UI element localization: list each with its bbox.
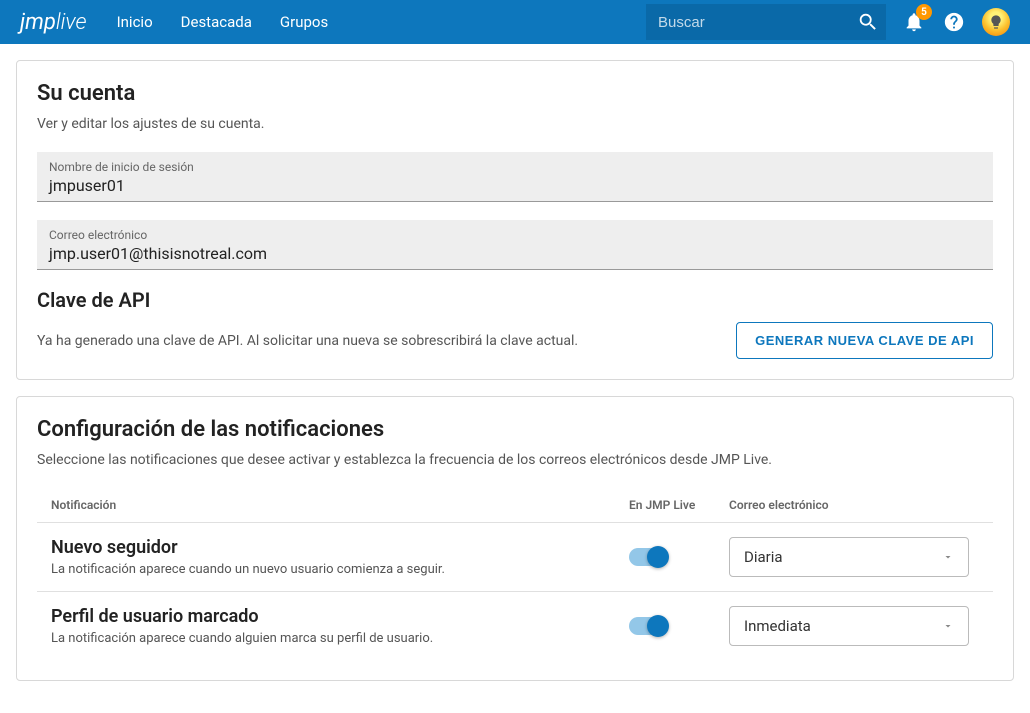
email-value: jmp.user01@thisisnotreal.com — [49, 244, 981, 263]
account-title: Su cuenta — [37, 81, 993, 106]
search-icon[interactable] — [857, 10, 879, 34]
nav-home[interactable]: Inicio — [117, 13, 153, 31]
toggle-knob — [647, 615, 669, 637]
notification-email-col: Diaria — [729, 537, 979, 577]
notifications-table-header: Notificación En JMP Live Correo electrón… — [37, 488, 993, 523]
nav-featured[interactable]: Destacada — [181, 13, 252, 31]
notifications-subtitle: Seleccione las notificaciones que desee … — [37, 452, 993, 468]
notification-title: Nuevo seguidor — [51, 537, 629, 558]
email-frequency-select[interactable]: Inmediata — [729, 606, 969, 646]
select-value: Inmediata — [744, 617, 811, 635]
notification-row: Nuevo seguidor La notificación aparece c… — [37, 523, 993, 592]
nav-groups[interactable]: Grupos — [280, 13, 328, 31]
api-title: Clave de API — [37, 288, 993, 312]
logo-jmp: jmp — [20, 10, 56, 35]
notification-info: Perfil de usuario marcado La notificació… — [51, 606, 629, 646]
logo-live: live — [56, 10, 87, 35]
notification-toggle-col — [629, 548, 729, 566]
chevron-down-icon — [942, 551, 954, 563]
email-field[interactable]: Correo electrónico jmp.user01@thisisnotr… — [37, 220, 993, 270]
email-frequency-select[interactable]: Diaria — [729, 537, 969, 577]
select-value: Diaria — [744, 548, 783, 566]
col-email-header: Correo electrónico — [729, 498, 979, 512]
api-text: Ya ha generado una clave de API. Al soli… — [37, 333, 578, 349]
generate-api-key-button[interactable]: GENERAR NUEVA CLAVE DE API — [736, 322, 993, 359]
notifications-icon[interactable]: 5 — [902, 10, 926, 34]
account-subtitle: Ver y editar los ajustes de su cuenta. — [37, 116, 993, 132]
logo[interactable]: jmplive — [20, 10, 87, 35]
notifications-card: Configuración de las notificaciones Sele… — [16, 396, 1014, 681]
col-notification-header: Notificación — [51, 498, 629, 512]
notification-email-col: Inmediata — [729, 606, 979, 646]
notifications-title: Configuración de las notificaciones — [37, 417, 993, 442]
notification-desc: La notificación aparece cuando un nuevo … — [51, 562, 629, 577]
header-right: 5 — [646, 4, 1010, 40]
content: Su cuenta Ver y editar los ajustes de su… — [0, 44, 1030, 713]
jmplive-toggle[interactable] — [629, 617, 665, 635]
email-label: Correo electrónico — [49, 228, 981, 242]
notification-row: Perfil de usuario marcado La notificació… — [37, 592, 993, 660]
account-card: Su cuenta Ver y editar los ajustes de su… — [16, 60, 1014, 380]
username-value: jmpuser01 — [49, 176, 981, 195]
app-header: jmplive Inicio Destacada Grupos 5 — [0, 0, 1030, 44]
username-field[interactable]: Nombre de inicio de sesión jmpuser01 — [37, 152, 993, 202]
notification-toggle-col — [629, 617, 729, 635]
help-icon[interactable] — [942, 10, 966, 34]
notification-desc: La notificación aparece cuando alguien m… — [51, 631, 629, 646]
username-label: Nombre de inicio de sesión — [49, 160, 981, 174]
search-box — [646, 4, 886, 40]
col-jmplive-header: En JMP Live — [629, 498, 729, 512]
chevron-down-icon — [942, 620, 954, 632]
notification-info: Nuevo seguidor La notificación aparece c… — [51, 537, 629, 577]
notification-title: Perfil de usuario marcado — [51, 606, 629, 627]
search-input[interactable] — [658, 14, 857, 31]
jmplive-toggle[interactable] — [629, 548, 665, 566]
avatar[interactable] — [982, 8, 1010, 36]
nav-links: Inicio Destacada Grupos — [117, 13, 329, 31]
toggle-knob — [647, 546, 669, 568]
notification-badge: 5 — [916, 4, 932, 20]
api-row: Ya ha generado una clave de API. Al soli… — [37, 322, 993, 359]
